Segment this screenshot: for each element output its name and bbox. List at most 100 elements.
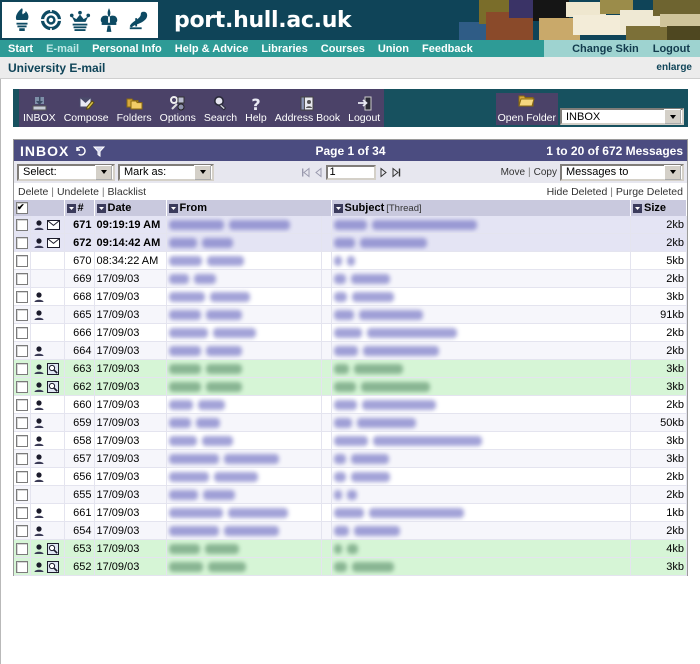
row-subject[interactable] (331, 377, 631, 396)
toolbar-logout-button[interactable]: Logout (344, 89, 385, 127)
row-checkbox[interactable] (16, 524, 28, 537)
nav-item-personal-info[interactable]: Personal Info (92, 43, 162, 55)
row-subject[interactable] (331, 269, 631, 288)
row-checkbox[interactable] (16, 272, 28, 285)
row-sender[interactable] (166, 557, 322, 576)
table-row[interactable]: 660 17/09/03 2kb (14, 395, 687, 414)
row-subject[interactable] (331, 233, 631, 252)
row-checkbox-cell[interactable] (14, 377, 31, 396)
row-checkbox[interactable] (16, 506, 28, 519)
messages-to-dropdown[interactable]: Messages to (560, 163, 684, 181)
row-subject[interactable] (331, 323, 631, 342)
nav-item-union[interactable]: Union (378, 43, 409, 55)
row-checkbox[interactable] (16, 398, 28, 411)
row-checkbox-cell[interactable] (14, 341, 31, 360)
row-sender[interactable] (166, 449, 322, 468)
row-checkbox-cell[interactable] (14, 467, 31, 486)
col-select-all[interactable] (14, 200, 65, 216)
row-checkbox[interactable] (16, 452, 28, 465)
row-sender[interactable] (166, 377, 322, 396)
row-subject[interactable] (331, 467, 631, 486)
row-checkbox-cell[interactable] (14, 485, 31, 504)
row-checkbox-cell[interactable] (14, 521, 31, 540)
nav-item-start[interactable]: Start (8, 43, 33, 55)
enlarge-link[interactable]: enlarge (656, 62, 692, 73)
toolbar-options-button[interactable]: Options (155, 89, 200, 127)
table-row[interactable]: 663 17/09/03 3kb (14, 359, 687, 378)
table-row[interactable]: 672 09:14:42 AM 2kb (14, 233, 687, 252)
row-checkbox-cell[interactable] (14, 395, 31, 414)
row-sender[interactable] (166, 539, 322, 558)
col-subject[interactable]: Subject [Thread] (331, 200, 631, 216)
row-sender[interactable] (166, 467, 322, 486)
row-checkbox-cell[interactable] (14, 503, 31, 522)
row-checkbox[interactable] (16, 560, 28, 573)
table-row[interactable]: 655 17/09/03 2kb (14, 485, 687, 504)
blacklist-link[interactable]: Blacklist (108, 186, 147, 198)
move-link[interactable]: Move (501, 167, 525, 178)
undelete-link[interactable]: Undelete (57, 186, 99, 198)
row-checkbox-cell[interactable] (14, 431, 31, 450)
delete-link[interactable]: Delete (18, 186, 48, 198)
row-sender[interactable] (166, 413, 322, 432)
row-subject[interactable] (331, 287, 631, 306)
row-sender[interactable] (166, 521, 322, 540)
row-checkbox[interactable] (16, 488, 28, 501)
row-subject[interactable] (331, 557, 631, 576)
row-checkbox[interactable] (16, 416, 28, 429)
select-all-checkbox[interactable] (16, 202, 28, 214)
row-checkbox[interactable] (16, 290, 28, 303)
row-sender[interactable] (166, 269, 322, 288)
row-checkbox-cell[interactable] (14, 359, 31, 378)
row-sender[interactable] (166, 287, 322, 306)
row-sender[interactable] (166, 233, 322, 252)
toolbar-address-book-button[interactable]: Address Book (270, 89, 345, 127)
open-folder-button[interactable]: Open Folder (495, 93, 558, 125)
row-sender[interactable] (166, 431, 322, 450)
row-subject[interactable] (331, 305, 631, 324)
next-page-icon[interactable] (378, 166, 389, 178)
row-sender[interactable] (166, 216, 322, 234)
row-checkbox-cell[interactable] (14, 557, 31, 576)
row-subject[interactable] (331, 251, 631, 270)
table-row[interactable]: 661 17/09/03 1kb (14, 503, 687, 522)
table-row[interactable]: 668 17/09/03 3kb (14, 287, 687, 306)
row-checkbox[interactable] (16, 380, 28, 393)
row-checkbox[interactable] (16, 470, 28, 483)
toolbar-search-button[interactable]: Search (199, 89, 242, 127)
row-sender[interactable] (166, 251, 322, 270)
row-checkbox-cell[interactable] (14, 251, 31, 270)
nav-item-libraries[interactable]: Libraries (261, 43, 307, 55)
row-subject[interactable] (331, 431, 631, 450)
row-checkbox[interactable] (16, 218, 28, 231)
row-subject[interactable] (331, 359, 631, 378)
row-sender[interactable] (166, 305, 322, 324)
page-number-input[interactable] (325, 164, 376, 180)
row-sender[interactable] (166, 395, 322, 414)
col-size[interactable]: Size (630, 200, 687, 216)
table-row[interactable]: 653 17/09/03 4kb (14, 539, 687, 558)
row-checkbox-cell[interactable] (14, 233, 31, 252)
row-checkbox[interactable] (16, 254, 28, 267)
row-subject[interactable] (331, 341, 631, 360)
row-checkbox[interactable] (16, 308, 28, 321)
row-checkbox[interactable] (16, 344, 28, 357)
row-checkbox[interactable] (16, 326, 28, 339)
row-sender[interactable] (166, 359, 322, 378)
row-sender[interactable] (166, 503, 322, 522)
table-row[interactable]: 671 09:19:19 AM 2kb (14, 216, 687, 234)
row-checkbox-cell[interactable] (14, 323, 31, 342)
row-subject[interactable] (331, 539, 631, 558)
row-checkbox-cell[interactable] (14, 287, 31, 306)
logout-link[interactable]: Logout (653, 43, 690, 55)
toolbar-compose-button[interactable]: Compose (59, 89, 113, 127)
prev-page-icon[interactable] (313, 166, 324, 178)
row-subject[interactable] (331, 503, 631, 522)
university-crest-logo[interactable] (0, 0, 160, 40)
table-row[interactable]: 662 17/09/03 3kb (14, 377, 687, 396)
row-checkbox-cell[interactable] (14, 269, 31, 288)
change-skin-link[interactable]: Change Skin (572, 43, 639, 55)
table-row[interactable]: 670 08:34:22 AM 5kb (14, 251, 687, 270)
table-row[interactable]: 664 17/09/03 2kb (14, 341, 687, 360)
col-date[interactable]: Date (94, 200, 167, 216)
